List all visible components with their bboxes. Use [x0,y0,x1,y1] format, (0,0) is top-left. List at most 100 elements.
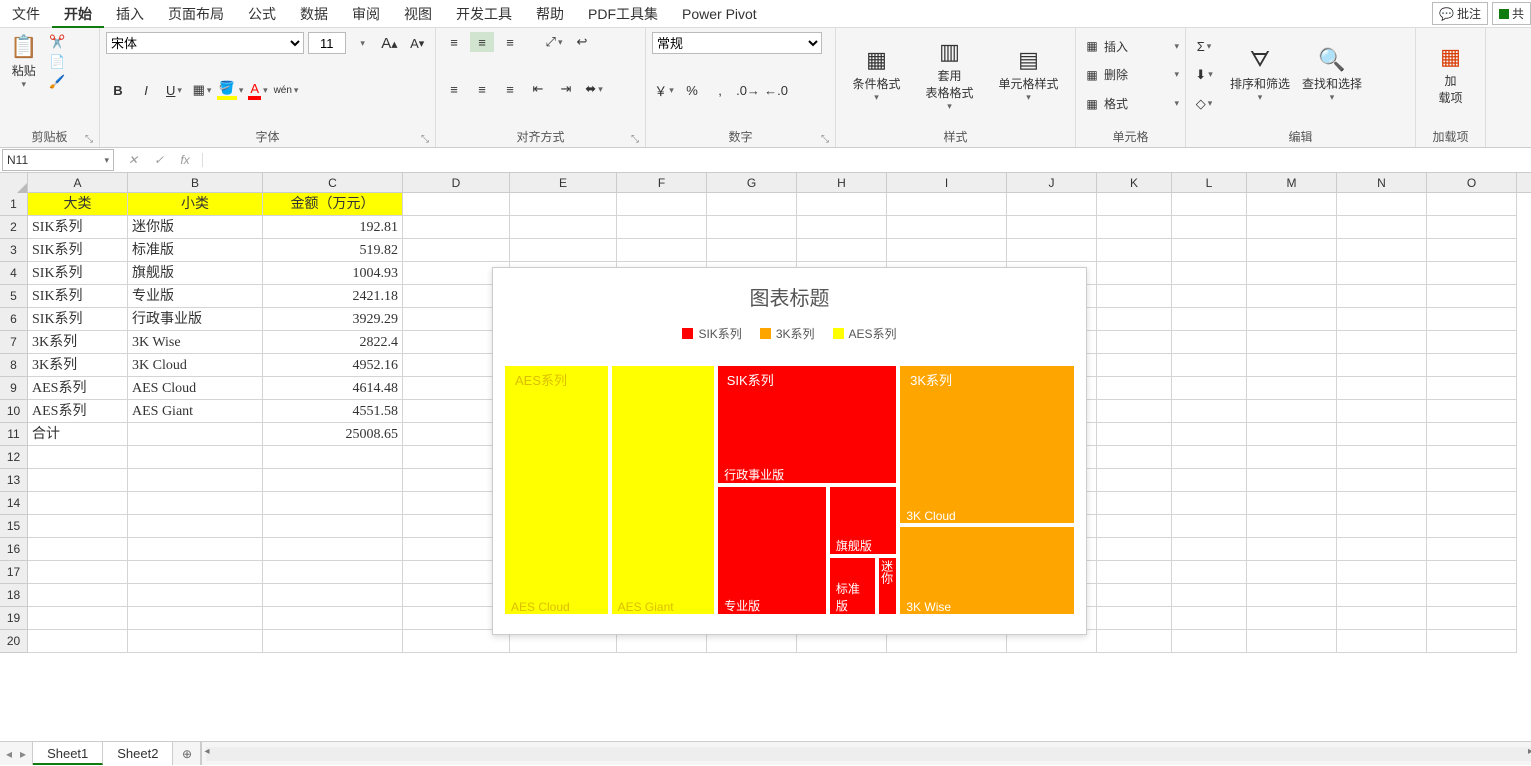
cell[interactable] [28,492,128,515]
cell[interactable] [1247,400,1337,423]
cell[interactable] [1097,331,1172,354]
cell[interactable]: SIK系列 [28,285,128,308]
cell[interactable]: AES Giant [128,400,263,423]
cell[interactable] [128,469,263,492]
cell[interactable] [1097,193,1172,216]
align-center-button[interactable]: ≡ [470,79,494,99]
fill-color-button[interactable]: 🪣 [218,80,242,100]
menu-tab-formulas[interactable]: 公式 [236,0,288,28]
cell[interactable] [128,584,263,607]
cell[interactable] [1097,584,1172,607]
cell[interactable] [1247,538,1337,561]
column-header[interactable]: O [1427,173,1517,192]
cell[interactable] [1247,469,1337,492]
share-button[interactable]: 共 [1492,2,1531,25]
row-header[interactable]: 11 [0,423,28,446]
cell[interactable] [1427,607,1517,630]
cell[interactable] [1337,561,1427,584]
menu-tab-layout[interactable]: 页面布局 [156,0,236,28]
cell[interactable] [128,538,263,561]
comma-button[interactable]: , [708,80,732,100]
cell[interactable]: 4952.16 [263,354,403,377]
fill-button[interactable]: ⬇ [1192,65,1216,85]
cell[interactable] [1247,239,1337,262]
bold-button[interactable]: B [106,80,130,100]
format-cells-button[interactable]: ▦格式▾ [1082,91,1179,117]
cell[interactable] [128,607,263,630]
menu-tab-view[interactable]: 视图 [392,0,444,28]
cell[interactable] [1337,469,1427,492]
merge-button[interactable]: ⬌ [582,79,606,99]
cell[interactable] [1427,377,1517,400]
cell[interactable] [1337,630,1427,653]
cell[interactable] [1247,584,1337,607]
cell[interactable] [1097,354,1172,377]
cell[interactable] [1247,446,1337,469]
cell[interactable] [1097,262,1172,285]
cell[interactable] [1247,607,1337,630]
cell[interactable] [28,584,128,607]
formula-input[interactable] [203,149,1531,171]
delete-cells-button[interactable]: ▦删除▾ [1082,62,1179,88]
cell[interactable] [1172,630,1247,653]
cell[interactable] [1247,561,1337,584]
cell[interactable] [1097,423,1172,446]
cell[interactable] [1337,446,1427,469]
cell[interactable] [263,630,403,653]
cell[interactable]: 2822.4 [263,331,403,354]
cell[interactable] [1337,262,1427,285]
formula-cancel-button[interactable]: ✕ [120,153,146,167]
cell[interactable] [128,515,263,538]
cell[interactable] [1172,308,1247,331]
cell[interactable] [1427,469,1517,492]
cell[interactable] [128,561,263,584]
formula-confirm-button[interactable]: ✓ [146,153,172,167]
cell[interactable] [1172,400,1247,423]
cell[interactable]: 192.81 [263,216,403,239]
cell[interactable] [1097,377,1172,400]
cell[interactable] [1247,630,1337,653]
row-header[interactable]: 1 [0,193,28,216]
cell[interactable] [1247,423,1337,446]
cell[interactable] [1247,193,1337,216]
cell[interactable] [1172,469,1247,492]
cell[interactable] [510,216,617,239]
format-painter-button[interactable]: 🖌️ [45,72,69,92]
cell[interactable] [1427,216,1517,239]
cell[interactable]: 旗舰版 [128,262,263,285]
cell[interactable]: AES系列 [28,400,128,423]
cell[interactable] [1172,262,1247,285]
cell[interactable] [1097,446,1172,469]
cell[interactable] [28,607,128,630]
cell[interactable] [1097,308,1172,331]
cell[interactable] [1427,400,1517,423]
cell[interactable] [1172,446,1247,469]
cell[interactable] [1097,492,1172,515]
cell[interactable] [263,515,403,538]
cell[interactable] [1172,515,1247,538]
cell[interactable] [1427,239,1517,262]
cell[interactable] [617,193,707,216]
menu-tab-powerpivot[interactable]: Power Pivot [670,0,769,28]
align-middle-button[interactable]: ≡ [470,32,494,52]
cell[interactable] [263,469,403,492]
cell[interactable] [1247,285,1337,308]
cell[interactable]: 行政事业版 [128,308,263,331]
cell[interactable]: 3929.29 [263,308,403,331]
indent-decrease-button[interactable]: ⇤ [526,79,550,99]
row-header[interactable]: 7 [0,331,28,354]
cell[interactable] [128,446,263,469]
cell[interactable]: 大类 [28,193,128,216]
menu-tab-file[interactable]: 文件 [0,0,52,28]
cell[interactable] [1172,561,1247,584]
cell[interactable] [1247,216,1337,239]
cell[interactable] [1172,216,1247,239]
cell[interactable] [403,216,510,239]
cell[interactable] [1427,515,1517,538]
cell[interactable]: SIK系列 [28,308,128,331]
column-header[interactable]: A [28,173,128,192]
cell[interactable] [1337,584,1427,607]
cell[interactable] [1097,630,1172,653]
underline-button[interactable]: U [162,80,186,100]
cell[interactable] [1427,423,1517,446]
